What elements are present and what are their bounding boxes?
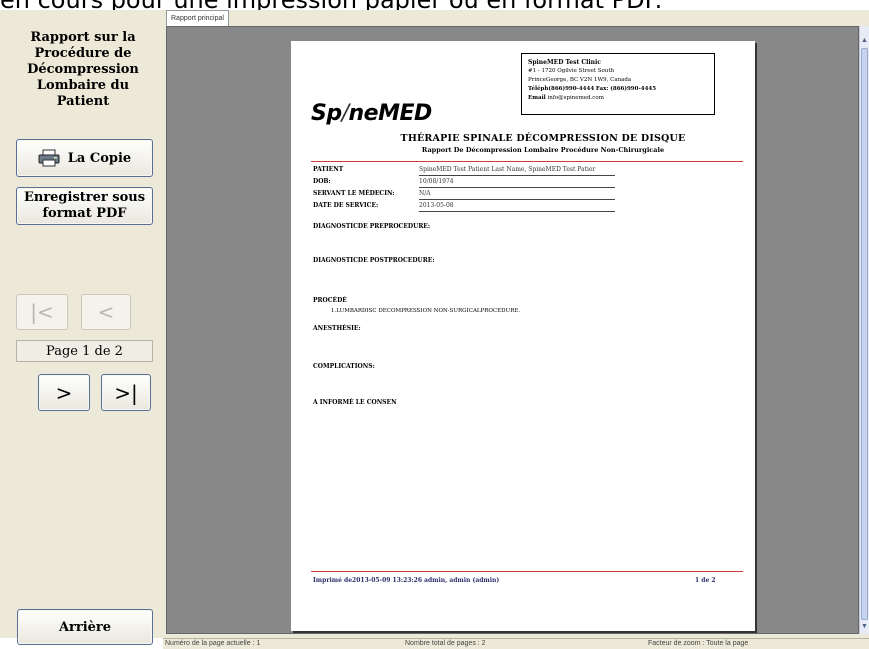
save-pdf-button[interactable]: Enregistrer sous format PDF: [16, 187, 153, 225]
report-page: SpineMED Test Clinic #1 - 1720 Ogilvie S…: [291, 41, 755, 631]
report-title: Rapport sur la Procédure de Décompressio…: [27, 30, 139, 109]
clinic-address-line-2: PrinceGeorge, BC V2N 1W9, Canada: [528, 77, 632, 83]
clinic-phone: Téléph(866)990-4444: [528, 86, 595, 92]
clinic-address-line-1: #1 - 1720 Ogilvie Street South: [528, 68, 615, 74]
report-side-panel: Rapport sur la Procédure de Décompressio…: [0, 10, 163, 645]
footer-page-number: 1 de 2: [695, 577, 716, 584]
document-title-block: THÉRAPIE SPINALE DÉCOMPRESSION DE DISQUE…: [291, 133, 755, 154]
field-label: SERVANT LE MÉDECIN:: [313, 190, 395, 197]
procedure-heading: PROCÉDÉ: [313, 297, 347, 304]
print-button[interactable]: La Copie: [16, 139, 153, 177]
pre-diagnosis-heading: DIAGNOSTICDE PREPROCEDURE:: [313, 223, 431, 230]
scroll-up-arrow-icon[interactable]: ▲: [860, 36, 869, 46]
consent-heading: A INFORMÉ LE CONSEN: [313, 399, 397, 406]
field-label: DOB:: [313, 178, 331, 185]
last-page-button[interactable]: >|: [101, 374, 151, 411]
procedure-item: 1.LUMBARDISC DECOMPRESSION NON-SURGICALP…: [331, 308, 521, 314]
field-value: N/A: [419, 189, 615, 200]
report-viewer: Rapport principal SpineMED Test Clinic #…: [163, 10, 869, 638]
clinic-fax: Fax: (866)990-4445: [595, 86, 657, 92]
clinic-phone-fax: Téléph(866)990-4444 Fax: (866)990-4445: [528, 85, 708, 94]
scroll-down-arrow-icon[interactable]: ▼: [860, 622, 869, 632]
page-indicator: Page 1 de 2: [16, 340, 153, 362]
print-button-label: La Copie: [67, 150, 132, 166]
document-canvas: SpineMED Test Clinic #1 - 1720 Ogilvie S…: [166, 26, 859, 634]
printer-icon: [38, 149, 60, 167]
complications-heading: COMPLICATIONS:: [313, 363, 375, 370]
clinic-email-label: Email: [528, 95, 546, 101]
field-label: DATE DE SERVICE:: [313, 202, 379, 209]
back-button[interactable]: Arrière: [17, 609, 153, 645]
clinic-email-line: Email info@spinemed.com: [528, 94, 708, 103]
document-subtitle: Rapport De Décompression Lombaire Procéd…: [421, 146, 665, 154]
document-title: THÉRAPIE SPINALE DÉCOMPRESSION DE DISQUE: [400, 133, 686, 144]
anesthesia-heading: ANESTHÉSIE:: [313, 325, 361, 332]
scroll-thumb[interactable]: [861, 48, 868, 620]
clinic-name: SpineMED Test Clinic: [528, 59, 601, 66]
post-diagnosis-heading: DIAGNOSTICDE POSTPROCEDURE:: [313, 257, 435, 264]
spinemed-logo: Sp/neMED: [311, 101, 432, 126]
field-dob: DOB: 10/08/1974: [313, 177, 733, 188]
clinic-info-box: SpineMED Test Clinic #1 - 1720 Ogilvie S…: [521, 53, 715, 115]
title-divider: [311, 161, 743, 162]
field-value: SpineMED Test Patient Last Name, SpineME…: [419, 165, 615, 176]
field-physician: SERVANT LE MÉDECIN: N/A: [313, 189, 733, 200]
field-patient: PATIENT SpineMED Test Patient Last Name,…: [313, 165, 733, 176]
footer-divider: [311, 571, 743, 572]
field-service-date: DATE DE SERVICE: 2013-05-08: [313, 201, 733, 212]
tab-main-report[interactable]: Rapport principal: [166, 10, 229, 27]
first-page-button[interactable]: |<: [16, 294, 68, 330]
field-value: 2013-05-08: [419, 201, 615, 212]
clinic-email: info@spinemed.com: [547, 95, 604, 101]
field-value: 10/08/1974: [419, 177, 615, 188]
field-label: PATIENT: [313, 166, 344, 173]
print-footer: Imprimé de2013-05-09 13:23:26 admin, adm…: [313, 577, 500, 584]
next-page-button[interactable]: >: [38, 374, 90, 411]
status-bar: Numéro de la page actuelle : 1 Nombre to…: [163, 638, 869, 649]
previous-page-button[interactable]: <: [81, 294, 131, 330]
vertical-scrollbar[interactable]: ▲ ▼: [859, 26, 869, 634]
